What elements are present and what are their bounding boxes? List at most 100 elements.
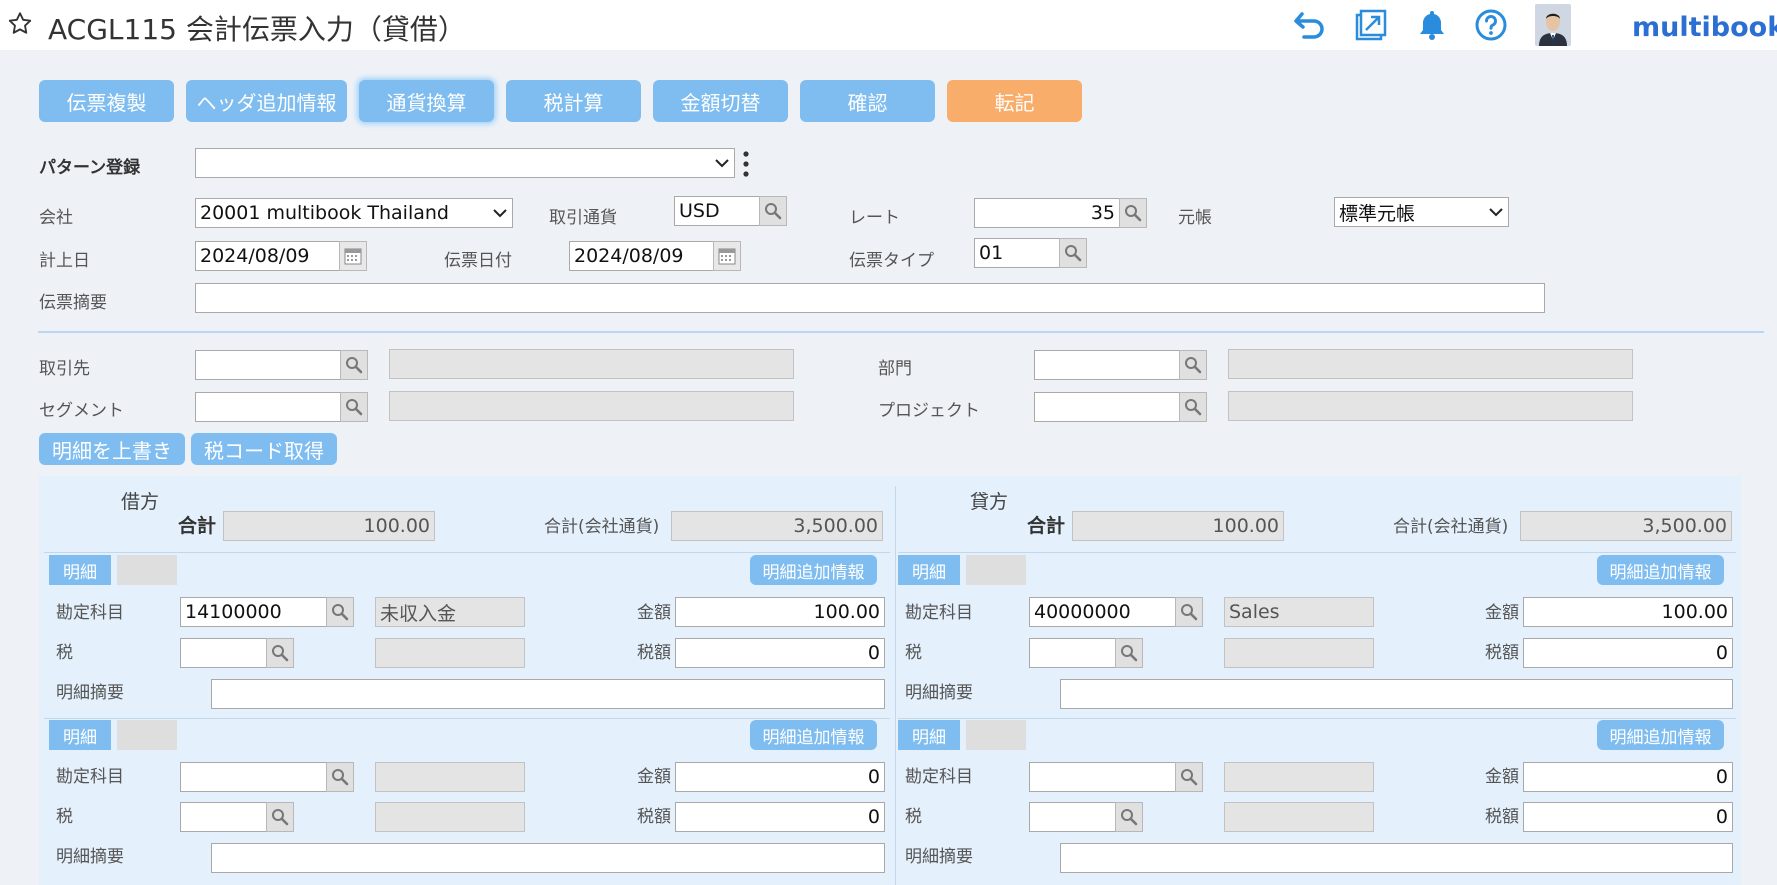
search-icon[interactable] — [340, 350, 368, 380]
credit-line-2-amount-input[interactable]: 0 — [1523, 762, 1733, 792]
currency-label: 取引通貨 — [549, 208, 617, 228]
rate-input[interactable]: 35 — [974, 198, 1120, 228]
doc-type-input[interactable]: 01 — [974, 238, 1060, 268]
debit-company-total-label: 合計(会社通貨) — [544, 517, 660, 537]
debit-line-2-add-info-button[interactable]: 明細追加情報 — [750, 720, 877, 750]
more-icon[interactable] — [741, 150, 751, 178]
debit-line-1-amount-input[interactable]: 100.00 — [675, 597, 885, 627]
amount-toggle-button[interactable]: 金額切替 — [653, 80, 788, 122]
debit-line-1-tax-amount-label: 税額 — [637, 643, 671, 663]
confirm-button[interactable]: 確認 — [800, 80, 935, 122]
project-name-field — [1228, 391, 1633, 421]
debit-line-1-tag: 明細 — [49, 555, 111, 585]
credit-line-1-tax-amount-label: 税額 — [1485, 643, 1519, 663]
copy-voucher-button[interactable]: 伝票複製 — [39, 80, 174, 122]
avatar[interactable] — [1535, 4, 1571, 46]
debit-line-1-add-info-button[interactable]: 明細追加情報 — [750, 555, 877, 585]
debit-line-1-tag-bar — [117, 555, 177, 585]
debit-line-2-tax-input[interactable] — [180, 802, 267, 832]
credit-line-1-tax-amount-input[interactable]: 0 — [1523, 638, 1733, 668]
search-icon[interactable] — [326, 762, 354, 792]
credit-line-2-memo-input[interactable] — [1060, 843, 1733, 873]
debit-total-label: 合計 — [178, 515, 217, 537]
debit-line-2-tax-amount-input[interactable]: 0 — [675, 802, 885, 832]
header-info-button[interactable]: ヘッダ追加情報 — [186, 80, 347, 122]
company-value: 20001 multibook Thailand — [200, 202, 449, 224]
memo-input[interactable] — [195, 283, 1545, 313]
search-icon[interactable] — [1175, 762, 1203, 792]
debit-line-2-amount-input[interactable]: 0 — [675, 762, 885, 792]
search-icon[interactable] — [759, 196, 787, 226]
debit-line-1-tax-input[interactable] — [180, 638, 267, 668]
pattern-select[interactable] — [195, 148, 735, 178]
credit-line-1-account-name: Sales — [1224, 597, 1374, 627]
debit-line-1-account-input[interactable]: 14100000 — [180, 597, 327, 627]
pattern-label: パターン登録 — [39, 158, 141, 178]
search-icon[interactable] — [1059, 238, 1087, 268]
dept-input[interactable] — [1034, 350, 1180, 380]
currency-convert-button[interactable]: 通貨換算 — [359, 80, 494, 122]
credit-line-2-add-info-button[interactable]: 明細追加情報 — [1597, 720, 1724, 750]
debit-separator — [44, 718, 890, 719]
brand-logo: multibook — [1632, 12, 1777, 43]
debit-line-2-tag: 明細 — [49, 720, 111, 750]
currency-input[interactable]: USD — [674, 196, 760, 226]
credit-line-1-tax-input[interactable] — [1029, 638, 1116, 668]
help-icon[interactable] — [1474, 8, 1508, 42]
debit-line-2-memo-label: 明細摘要 — [56, 847, 124, 867]
debit-line-1-memo-input[interactable] — [211, 679, 885, 709]
segment-name-field — [389, 391, 794, 421]
credit-line-1-add-info-button[interactable]: 明細追加情報 — [1597, 555, 1724, 585]
partner-input[interactable] — [195, 350, 341, 380]
search-icon[interactable] — [340, 392, 368, 422]
credit-line-1-memo-input[interactable] — [1060, 679, 1733, 709]
search-icon[interactable] — [266, 802, 294, 832]
calendar-icon[interactable] — [339, 241, 367, 271]
post-button[interactable]: 転記 — [947, 80, 1082, 122]
project-input[interactable] — [1034, 392, 1180, 422]
credit-company-total-label: 合計(会社通貨) — [1393, 517, 1509, 537]
rate-label: レート — [849, 208, 900, 228]
search-icon[interactable] — [1115, 638, 1143, 668]
debit-line-2-account-input[interactable] — [180, 762, 327, 792]
search-icon[interactable] — [1175, 597, 1203, 627]
search-icon[interactable] — [326, 597, 354, 627]
posting-date-input[interactable]: 2024/08/09 — [195, 241, 340, 271]
credit-line-1-tag: 明細 — [898, 555, 960, 585]
calendar-icon[interactable] — [713, 241, 741, 271]
debit-line-2-amount-label: 金額 — [637, 767, 671, 787]
search-icon[interactable] — [266, 638, 294, 668]
overwrite-lines-button[interactable]: 明細を上書き — [39, 433, 185, 465]
debit-line-1-tax-amount-input[interactable]: 0 — [675, 638, 885, 668]
tax-calc-button[interactable]: 税計算 — [506, 80, 641, 122]
segment-input[interactable] — [195, 392, 341, 422]
page-title: ACGL115 会計伝票入力（貸借） — [48, 13, 466, 46]
credit-line-2-account-label: 勘定科目 — [905, 767, 973, 787]
credit-total-field: 100.00 — [1072, 511, 1284, 541]
credit-line-2-account-name — [1224, 762, 1374, 792]
credit-line-1-memo-label: 明細摘要 — [905, 683, 973, 703]
star-icon[interactable] — [6, 10, 34, 38]
search-icon[interactable] — [1179, 392, 1207, 422]
debit-line-2-tag-bar — [117, 720, 177, 750]
credit-line-1-amount-input[interactable]: 100.00 — [1523, 597, 1733, 627]
bell-icon[interactable] — [1415, 8, 1449, 42]
undo-icon[interactable] — [1293, 8, 1327, 42]
credit-line-2-account-input[interactable] — [1029, 762, 1176, 792]
doc-date-input[interactable]: 2024/08/09 — [569, 241, 714, 271]
debit-line-1-account-label: 勘定科目 — [56, 603, 124, 623]
search-icon[interactable] — [1179, 350, 1207, 380]
search-icon[interactable] — [1115, 802, 1143, 832]
ledger-select[interactable]: 標準元帳 — [1334, 197, 1509, 227]
credit-line-2-tax-input[interactable] — [1029, 802, 1116, 832]
external-link-icon[interactable] — [1354, 8, 1388, 42]
get-tax-code-button[interactable]: 税コード取得 — [191, 433, 337, 465]
debit-company-total-field: 3,500.00 — [671, 511, 883, 541]
credit-line-1-account-input[interactable]: 40000000 — [1029, 597, 1176, 627]
company-select[interactable]: 20001 multibook Thailand — [195, 198, 513, 228]
credit-line-2-memo-label: 明細摘要 — [905, 847, 973, 867]
credit-line-2-tax-amount-input[interactable]: 0 — [1523, 802, 1733, 832]
debit-line-2-memo-input[interactable] — [211, 843, 885, 873]
chevron-down-icon — [1489, 208, 1503, 217]
search-icon[interactable] — [1119, 198, 1147, 228]
